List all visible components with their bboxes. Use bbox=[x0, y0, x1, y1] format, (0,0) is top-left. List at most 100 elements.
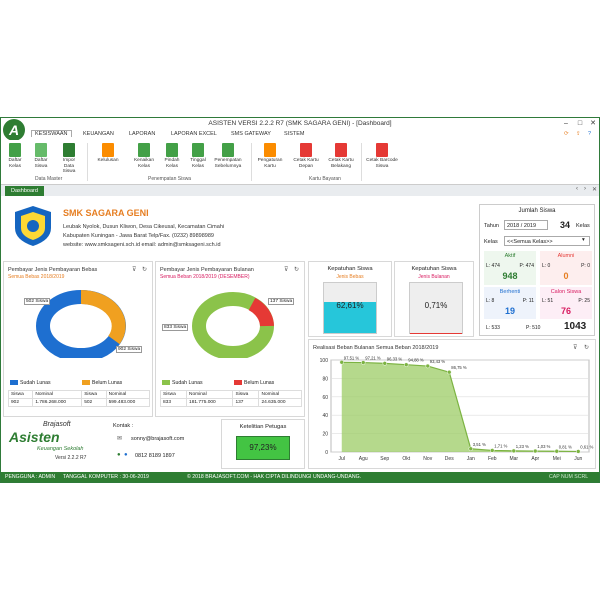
kenaikan-kelas-button[interactable]: Kenaikan Kelas bbox=[133, 143, 155, 169]
pindah-kelas-button[interactable]: Pindah Kelas bbox=[161, 143, 183, 169]
menu-tabs: KESISWAAN KEUANGAN LAPORAN LAPORAN EXCEL… bbox=[1, 130, 599, 140]
pengaturan-kartu-button[interactable]: Pengaturan Kartu bbox=[255, 143, 285, 169]
calon-card: Calon Siswa L: 51 P: 25 76 bbox=[540, 287, 592, 319]
kepatuhan-bulanan-gauge: 0,71% bbox=[409, 282, 463, 334]
chevron-down-icon[interactable]: ▾ bbox=[582, 237, 585, 243]
tab-dashboard[interactable]: Dashboard bbox=[5, 186, 44, 196]
data-point bbox=[447, 369, 452, 375]
barcode-printer-icon bbox=[376, 143, 388, 157]
brand-name: Brajasoft bbox=[43, 421, 71, 428]
bebas-donut-belum bbox=[80, 290, 126, 345]
school-emblem-icon bbox=[15, 206, 51, 246]
bulanan-panel: Pembayar Jenis Pembayaran Bulanan Semua … bbox=[155, 261, 305, 417]
bebas-panel: Pembayar Jenis Pembayaran Bebas Semua Be… bbox=[3, 261, 153, 417]
y-tick-label: 20 bbox=[322, 432, 328, 438]
penempatan-sebelumnya-button[interactable]: Penempatan Sebelumnya bbox=[211, 143, 245, 169]
telegram-icon: ● bbox=[124, 452, 128, 458]
excel-icon bbox=[63, 143, 75, 157]
tab-close-icon[interactable]: ✕ bbox=[592, 186, 597, 193]
tahun-label: Tahun bbox=[484, 223, 499, 229]
refresh-icon[interactable]: ↻ bbox=[142, 266, 147, 273]
cetak-barcode-siswa-button[interactable]: Cetak Barcode Siswa bbox=[365, 143, 399, 169]
graduation-icon bbox=[102, 143, 114, 157]
refresh-icon[interactable]: ↻ bbox=[584, 344, 589, 351]
tab-laporan-excel[interactable]: LAPORAN EXCEL bbox=[171, 131, 217, 137]
student-count-title: Jumlah Siswa bbox=[518, 208, 556, 214]
x-tick-label: Nov bbox=[423, 456, 432, 462]
tahun-select[interactable]: 2018 / 2019 bbox=[504, 220, 548, 230]
kepatuhan-bulanan-title: Kepatuhan Siswa bbox=[411, 266, 457, 272]
status-date: TANGGAL KOMPUTER : 30-06-2019 bbox=[63, 474, 149, 480]
group-kartu-bayaran: Kartu Bayaran bbox=[309, 176, 341, 182]
app-version: Versi 2.2.2 R7 bbox=[55, 455, 87, 461]
tab-scroll-left-icon[interactable]: ‹ bbox=[576, 186, 578, 192]
bebas-legend-sudah: Sudah Lunas bbox=[10, 380, 51, 386]
window-title: ASISTEN VERSI 2.2.2 R7 (SMK SAGARA GENI)… bbox=[208, 120, 392, 127]
table-cell: 599.483.000 bbox=[105, 398, 151, 407]
tab-scroll-right-icon[interactable]: › bbox=[584, 186, 586, 192]
x-tick-label: Okt bbox=[402, 456, 410, 462]
y-tick-label: 80 bbox=[322, 376, 328, 382]
cetak-kartu-belakang-button[interactable]: Cetak Kartu Belakang bbox=[324, 143, 358, 169]
filter-icon[interactable]: ⊽ bbox=[573, 344, 577, 351]
kepatuhan-bebas-gauge: 62,61% bbox=[323, 282, 377, 334]
alumni-p: P: 0 bbox=[581, 263, 590, 269]
filter-icon[interactable]: ⊽ bbox=[284, 266, 288, 273]
kepatuhan-bulanan-subtitle: Jenis Bulanan bbox=[418, 274, 450, 280]
realisasi-area-chart: 0 20 40 60 80 100 97,51 % Jul 97,21 % Agu 96,33 % S… bbox=[320, 355, 594, 462]
aktif-label: Aktif bbox=[504, 253, 516, 259]
data-point bbox=[511, 448, 516, 454]
bebas-table: Siswa Nominal Siswa Nominal 902 1.786.268.00… bbox=[7, 390, 151, 407]
bulanan-subtitle: Semua Beban 2018/2019 (DESEMBER) bbox=[160, 274, 250, 280]
refresh-icon[interactable]: ↻ bbox=[294, 266, 299, 273]
kelas-select[interactable]: <<Semua Kelas>> bbox=[504, 236, 590, 246]
bulanan-legend-belum: Belum Lunas bbox=[234, 380, 274, 386]
x-tick-label: Mar bbox=[509, 456, 518, 462]
data-label: 97,21 % bbox=[365, 356, 381, 361]
aktif-card: Aktif L: 474 P: 474 948 bbox=[484, 251, 536, 285]
aktif-total: 948 bbox=[502, 271, 518, 281]
tab-laporan[interactable]: LAPORAN bbox=[129, 131, 155, 137]
ribbon-divider bbox=[251, 143, 252, 181]
data-label: 1,23 % bbox=[516, 444, 529, 449]
class-list-icon bbox=[9, 143, 21, 157]
tinggal-kelas-button[interactable]: Tinggal Kelas bbox=[187, 143, 209, 169]
data-point bbox=[382, 361, 387, 366]
daftar-kelas-button[interactable]: Daftar Kelas bbox=[4, 143, 26, 169]
printer-icon bbox=[300, 143, 312, 157]
minimize-icon[interactable]: – bbox=[561, 119, 571, 128]
berhenti-card: Berhenti L: 8 P: 11 19 bbox=[484, 287, 536, 319]
kelulusan-button[interactable]: Kelulusan bbox=[97, 143, 119, 164]
tab-sms-gateway[interactable]: SMS GATEWAY bbox=[231, 131, 271, 137]
cetak-kartu-depan-button[interactable]: Cetak Kartu Depan bbox=[291, 143, 321, 169]
help-icon[interactable]: ? bbox=[588, 131, 591, 137]
bulanan-donut-chart bbox=[192, 292, 274, 358]
data-label: 0,81 % bbox=[559, 444, 572, 449]
berhenti-l: L: 8 bbox=[486, 298, 495, 304]
close-icon[interactable]: ✕ bbox=[588, 119, 598, 128]
tab-kesiswaan[interactable]: KESISWAAN bbox=[31, 130, 72, 137]
refresh-icon[interactable]: ⟳ bbox=[564, 131, 569, 137]
chart-title: Realisasi Beban Bulanan Semua Beban 2018… bbox=[313, 345, 439, 351]
aktif-l: L: 474 bbox=[486, 263, 500, 269]
export-icon[interactable]: ⇪ bbox=[576, 131, 581, 137]
bulanan-title: Pembayar Jenis Pembayaran Bulanan bbox=[160, 267, 254, 273]
berhenti-p: P: 11 bbox=[522, 298, 534, 304]
stay-class-icon bbox=[192, 143, 204, 157]
impor-data-siswa-button[interactable]: Impor Data Siswa bbox=[58, 143, 80, 175]
contact-phone[interactable]: 0812 8189 1897 bbox=[135, 453, 175, 459]
contact-email[interactable]: sonny@brajasoft.com bbox=[131, 436, 184, 442]
alumni-total: 0 bbox=[563, 271, 569, 281]
maximize-icon[interactable]: □ bbox=[575, 119, 585, 128]
table-header: Siswa bbox=[7, 390, 34, 399]
daftar-siswa-button[interactable]: Daftar Siswa bbox=[30, 143, 52, 169]
filter-icon[interactable]: ⊽ bbox=[132, 266, 136, 273]
status-keys: CAP NUM SCRL bbox=[549, 474, 589, 480]
data-point bbox=[404, 362, 409, 367]
kelas-label: Kelas bbox=[484, 239, 498, 245]
data-label: 94,88 % bbox=[408, 358, 424, 363]
tab-keuangan[interactable]: KEUANGAN bbox=[83, 131, 114, 137]
calon-label: Calon Siswa bbox=[550, 289, 582, 295]
tab-sistem[interactable]: SISTEM bbox=[284, 131, 304, 137]
kepatuhan-bulanan-value: 0,71% bbox=[424, 301, 448, 310]
